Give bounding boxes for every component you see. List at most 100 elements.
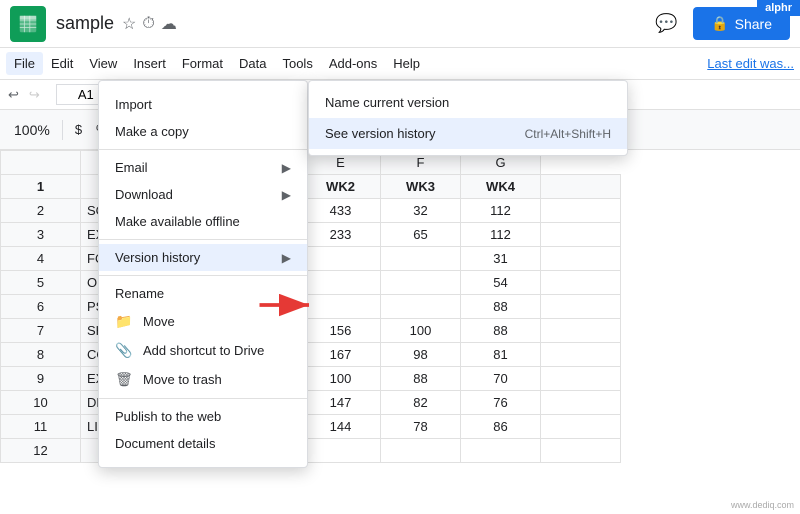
menu-addons[interactable]: Add-ons bbox=[321, 52, 385, 75]
file-import[interactable]: Import bbox=[99, 91, 307, 118]
table-cell[interactable] bbox=[541, 295, 621, 319]
table-cell[interactable]: 31 bbox=[461, 247, 541, 271]
table-cell[interactable]: 76 bbox=[461, 391, 541, 415]
history-icon[interactable]: ⏱ bbox=[142, 15, 154, 33]
table-row: 8CO881679881 bbox=[1, 343, 621, 367]
table-cell[interactable] bbox=[301, 439, 381, 463]
menu-format[interactable]: Format bbox=[174, 52, 231, 75]
file-email[interactable]: Email ▶ bbox=[99, 154, 307, 181]
table-cell[interactable] bbox=[541, 367, 621, 391]
table-cell[interactable] bbox=[461, 439, 541, 463]
table-cell[interactable]: 100 bbox=[301, 367, 381, 391]
zoom-btn[interactable]: 100% bbox=[8, 118, 56, 142]
table-cell[interactable] bbox=[541, 175, 621, 199]
menu-data[interactable]: Data bbox=[231, 52, 274, 75]
name-current-version[interactable]: Name current version bbox=[309, 87, 627, 118]
row-number: 11 bbox=[1, 415, 81, 439]
menu-help[interactable]: Help bbox=[385, 52, 428, 75]
last-edit-link[interactable]: Last edit was... bbox=[707, 56, 794, 71]
table-row: 3EX12223365112 bbox=[1, 223, 621, 247]
undo-button[interactable]: ↩ bbox=[8, 87, 19, 103]
download-label: Download bbox=[115, 187, 173, 202]
file-menu-dropdown: Import Make a copy Email ▶ Download ▶ Ma… bbox=[98, 80, 308, 468]
cloud-icon[interactable]: ☁ bbox=[161, 14, 177, 34]
table-cell[interactable] bbox=[381, 295, 461, 319]
table-cell[interactable]: WK4 bbox=[461, 175, 541, 199]
table-cell[interactable]: 147 bbox=[301, 391, 381, 415]
table-cell[interactable] bbox=[381, 247, 461, 271]
table-cell[interactable]: 88 bbox=[461, 295, 541, 319]
file-doc-details[interactable]: Document details bbox=[99, 430, 307, 457]
file-menu-section-1: Import Make a copy bbox=[99, 87, 307, 150]
table-cell[interactable]: 156 bbox=[301, 319, 381, 343]
alphr-badge: alphr bbox=[757, 0, 800, 16]
table-cell[interactable]: 112 bbox=[461, 199, 541, 223]
top-bar: sample ☆ ⏱ ☁ 💬 🔒 Share alphr bbox=[0, 0, 800, 48]
file-version-history[interactable]: Version history ▶ bbox=[99, 244, 307, 271]
table-cell[interactable] bbox=[541, 247, 621, 271]
table-cell[interactable]: 88 bbox=[461, 319, 541, 343]
table-row: 10DE721478276 bbox=[1, 391, 621, 415]
table-cell[interactable]: 70 bbox=[461, 367, 541, 391]
table-cell[interactable] bbox=[541, 319, 621, 343]
table-cell[interactable]: WK2 bbox=[301, 175, 381, 199]
menu-insert[interactable]: Insert bbox=[125, 52, 174, 75]
redo-button[interactable]: ↪ bbox=[29, 87, 40, 103]
table-cell[interactable]: 144 bbox=[301, 415, 381, 439]
red-arrow bbox=[258, 290, 318, 320]
file-trash[interactable]: 🗑 Move to trash bbox=[99, 365, 307, 394]
file-publish[interactable]: Publish to the web bbox=[99, 403, 307, 430]
menu-edit[interactable]: Edit bbox=[43, 52, 81, 75]
menu-tools[interactable]: Tools bbox=[274, 52, 320, 75]
table-row: 9EX811008870 bbox=[1, 367, 621, 391]
version-shortcut: Ctrl+Alt+Shift+H bbox=[525, 127, 611, 141]
comment-button[interactable]: 💬 bbox=[649, 7, 683, 41]
table-cell[interactable]: 98 bbox=[381, 343, 461, 367]
file-download[interactable]: Download ▶ bbox=[99, 181, 307, 208]
table-cell[interactable]: 86 bbox=[461, 415, 541, 439]
version-history-arrow: ▶ bbox=[282, 251, 291, 265]
table-cell[interactable]: WK3 bbox=[381, 175, 461, 199]
corner-cell bbox=[1, 151, 81, 175]
row-number: 10 bbox=[1, 391, 81, 415]
table-cell[interactable] bbox=[381, 439, 461, 463]
star-icon[interactable]: ☆ bbox=[122, 14, 136, 34]
table-cell[interactable]: 112 bbox=[461, 223, 541, 247]
file-menu-section-2: Email ▶ Download ▶ Make available offlin… bbox=[99, 150, 307, 240]
file-offline[interactable]: Make available offline bbox=[99, 208, 307, 235]
file-make-copy[interactable]: Make a copy bbox=[99, 118, 307, 145]
doc-details-label: Document details bbox=[115, 436, 215, 451]
table-cell[interactable] bbox=[541, 343, 621, 367]
table-cell[interactable]: 433 bbox=[301, 199, 381, 223]
menu-file[interactable]: File bbox=[6, 52, 43, 75]
table-cell[interactable]: 100 bbox=[381, 319, 461, 343]
file-menu-section-3: Version history ▶ bbox=[99, 240, 307, 276]
menu-view[interactable]: View bbox=[81, 52, 125, 75]
table-cell[interactable]: 78 bbox=[381, 415, 461, 439]
table-cell[interactable]: 32 bbox=[381, 199, 461, 223]
table-cell[interactable] bbox=[541, 199, 621, 223]
table-cell[interactable] bbox=[301, 247, 381, 271]
title-icons: ☆ ⏱ ☁ bbox=[122, 14, 177, 34]
table-cell[interactable] bbox=[541, 271, 621, 295]
see-version-history[interactable]: See version history Ctrl+Alt+Shift+H bbox=[309, 118, 627, 149]
table-cell[interactable]: 82 bbox=[381, 391, 461, 415]
currency-btn[interactable]: $ bbox=[69, 118, 88, 141]
file-add-shortcut[interactable]: 📎 Add shortcut to Drive bbox=[99, 336, 307, 365]
move-label: Move bbox=[143, 314, 175, 329]
table-cell[interactable] bbox=[381, 271, 461, 295]
table-cell[interactable]: 88 bbox=[381, 367, 461, 391]
table-cell[interactable]: 167 bbox=[301, 343, 381, 367]
table-cell[interactable]: 54 bbox=[461, 271, 541, 295]
row-number: 6 bbox=[1, 295, 81, 319]
table-cell[interactable] bbox=[541, 223, 621, 247]
table-cell[interactable] bbox=[541, 439, 621, 463]
table-row: 1WK1WK2WK3WK4 bbox=[1, 175, 621, 199]
app-logo bbox=[10, 6, 46, 42]
table-cell[interactable] bbox=[541, 391, 621, 415]
version-submenu: Name current version See version history… bbox=[308, 80, 628, 156]
table-cell[interactable]: 233 bbox=[301, 223, 381, 247]
table-cell[interactable]: 81 bbox=[461, 343, 541, 367]
table-cell[interactable]: 65 bbox=[381, 223, 461, 247]
table-cell[interactable] bbox=[541, 415, 621, 439]
